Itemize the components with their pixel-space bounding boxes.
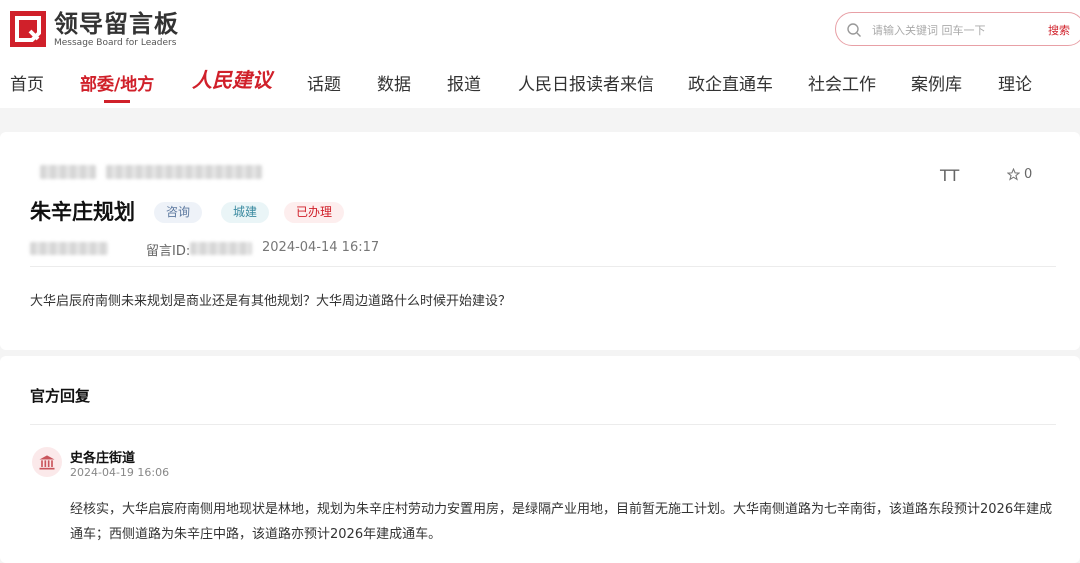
reply-body: 经核实，大华启宸府南侧用地现状是林地，规划为朱辛庄村劳动力安置用房，是绿隔产业用… (70, 502, 1053, 542)
divider (30, 266, 1056, 267)
search-button[interactable]: 搜索 (1048, 22, 1070, 38)
logo-mark-icon (10, 11, 46, 47)
nav-item-topics[interactable]: 话题 (307, 70, 341, 95)
nav-item-readers-letters[interactable]: 人民日报读者来信 (518, 70, 654, 95)
font-size-icon[interactable]: TT (940, 166, 959, 185)
nav-item-gov-enterprise[interactable]: 政企直通车 (688, 70, 773, 95)
search-icon[interactable] (846, 22, 862, 38)
reply-date: 2024-04-19 16:06 (70, 466, 170, 479)
government-building-icon (39, 455, 55, 470)
nav-item-home[interactable]: 首页 (10, 70, 44, 95)
favorite-button[interactable]: 0 (1007, 167, 1032, 182)
message-title: 朱辛庄规划 (30, 200, 135, 224)
message-date: 2024-04-14 16:17 (262, 240, 380, 255)
reply-heading: 官方回复 (30, 387, 91, 405)
nav-item-case-library[interactable]: 案例库 (911, 70, 962, 95)
main-nav: 首页 部委/地方 话题 数据 报道 人民日报读者来信 政企直通车 社会工作 案例… (0, 70, 1080, 100)
org-avatar (32, 447, 62, 477)
nav-item-data[interactable]: 数据 (377, 70, 411, 95)
tag-status: 已办理 (284, 202, 345, 223)
favorite-count: 0 (1024, 167, 1033, 182)
author-blurred (30, 242, 108, 255)
nav-item-theory[interactable]: 理论 (998, 70, 1032, 95)
nav-active-underline (104, 100, 130, 103)
search-input[interactable] (872, 21, 1032, 39)
site-logo[interactable]: 领导留言板 Message Board for Leaders (10, 11, 179, 48)
nav-item-ministries-local[interactable]: 部委/地方 (80, 70, 154, 95)
message-body: 大华启辰府南侧未来规划是商业还是有其他规划？大华周边道路什么时候开始建设？ (30, 294, 512, 309)
nav-item-people-suggestions[interactable]: 人民建议 (192, 64, 272, 93)
tag-type[interactable]: 咨询 (154, 202, 203, 223)
tag-category[interactable]: 城建 (221, 202, 270, 223)
search-box: 搜索 (835, 12, 1080, 46)
message-id-label: 留言ID: (146, 244, 191, 259)
nav-item-social-work[interactable]: 社会工作 (808, 70, 876, 95)
logo-subtitle: Message Board for Leaders (54, 38, 177, 48)
message-id-blurred (190, 242, 252, 255)
logo-title: 领导留言板 (54, 10, 179, 38)
divider (30, 424, 1056, 425)
reply-org-name: 史各庄街道 (70, 451, 136, 466)
nav-item-reports[interactable]: 报道 (447, 70, 481, 95)
star-icon (1007, 168, 1020, 181)
breadcrumb-blurred (40, 165, 96, 179)
breadcrumb-blurred (106, 165, 262, 179)
